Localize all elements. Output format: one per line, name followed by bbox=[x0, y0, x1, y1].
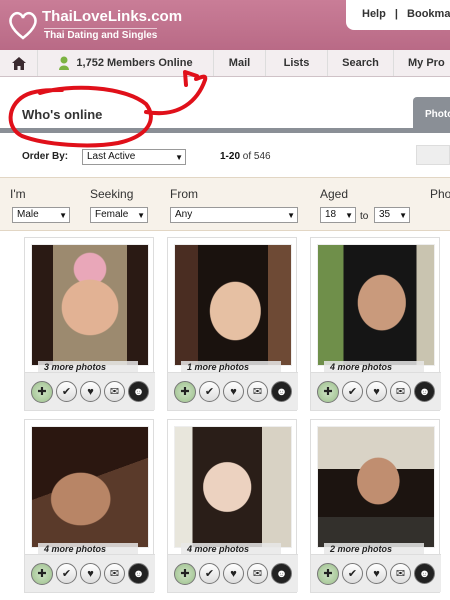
add-friend-icon[interactable]: ✚ bbox=[174, 380, 196, 403]
envelope-icon[interactable]: ✉ bbox=[104, 381, 125, 402]
chevron-down-icon: ▼ bbox=[137, 211, 145, 220]
member-actions: ✚ ✔ ♥ ✉ ☻ bbox=[168, 372, 298, 410]
seeking-value: Female bbox=[95, 209, 129, 220]
im-label: I'm bbox=[10, 187, 26, 201]
member-card: 4 more photos ✚ ✔ ♥ ✉ ☻ bbox=[24, 419, 155, 593]
chat-icon[interactable]: ☻ bbox=[128, 563, 149, 584]
order-by-label: Order By: bbox=[22, 151, 69, 162]
checkmark-icon[interactable]: ✔ bbox=[56, 381, 77, 402]
member-actions: ✚ ✔ ♥ ✉ ☻ bbox=[25, 554, 155, 592]
member-photo[interactable]: 4 more photos bbox=[317, 244, 435, 374]
aged-to-label: to bbox=[360, 211, 369, 222]
member-card: 1 more photos ✚ ✔ ♥ ✉ ☻ bbox=[167, 237, 298, 411]
heart-icon[interactable]: ♥ bbox=[223, 563, 244, 584]
member-card: 3 more photos ✚ ✔ ♥ ✉ ☻ bbox=[24, 237, 155, 411]
add-friend-icon[interactable]: ✚ bbox=[174, 562, 196, 585]
order-by-value: Last Active bbox=[87, 151, 136, 162]
chat-icon[interactable]: ☻ bbox=[271, 563, 292, 584]
member-card: 4 more photos ✚ ✔ ♥ ✉ ☻ bbox=[310, 237, 441, 411]
chevron-down-icon: ▼ bbox=[59, 211, 67, 220]
checkmark-icon[interactable]: ✔ bbox=[56, 563, 77, 584]
checkmark-icon[interactable]: ✔ bbox=[199, 563, 220, 584]
member-photo[interactable]: 2 more photos bbox=[317, 426, 435, 556]
annotation-circle-arrow bbox=[8, 70, 208, 148]
add-friend-icon[interactable]: ✚ bbox=[31, 380, 53, 403]
from-value: Any bbox=[175, 209, 193, 220]
chevron-down-icon: ▼ bbox=[345, 211, 353, 220]
heart-icon[interactable]: ♥ bbox=[366, 563, 387, 584]
chevron-down-icon: ▼ bbox=[175, 153, 183, 162]
heart-icon[interactable]: ♥ bbox=[80, 563, 101, 584]
checkmark-icon[interactable]: ✔ bbox=[342, 381, 363, 402]
member-actions: ✚ ✔ ♥ ✉ ☻ bbox=[25, 372, 155, 410]
filter-button[interactable] bbox=[416, 145, 450, 165]
member-card: 4 more photos ✚ ✔ ♥ ✉ ☻ bbox=[167, 419, 298, 593]
add-friend-icon[interactable]: ✚ bbox=[317, 562, 339, 585]
member-photo[interactable]: 4 more photos bbox=[174, 426, 292, 556]
envelope-icon[interactable]: ✉ bbox=[247, 563, 268, 584]
heart-icon[interactable]: ♥ bbox=[223, 381, 244, 402]
member-photo[interactable]: 4 more photos bbox=[31, 426, 149, 556]
member-actions: ✚ ✔ ♥ ✉ ☻ bbox=[311, 372, 441, 410]
im-value: Male bbox=[17, 209, 39, 220]
seeking-select[interactable]: Female ▼ bbox=[90, 207, 148, 223]
envelope-icon[interactable]: ✉ bbox=[247, 381, 268, 402]
from-select[interactable]: Any ▼ bbox=[170, 207, 298, 223]
heart-icon[interactable]: ♥ bbox=[80, 381, 101, 402]
checkmark-icon[interactable]: ✔ bbox=[199, 381, 220, 402]
member-card: 2 more photos ✚ ✔ ♥ ✉ ☻ bbox=[310, 419, 441, 593]
aged-min-select[interactable]: 18 ▼ bbox=[320, 207, 356, 223]
member-photo[interactable]: 1 more photos bbox=[174, 244, 292, 374]
result-count: 1-20 of 546 bbox=[220, 151, 271, 162]
chevron-down-icon: ▼ bbox=[287, 211, 295, 220]
add-friend-icon[interactable]: ✚ bbox=[317, 380, 339, 403]
aged-max-select[interactable]: 35 ▼ bbox=[374, 207, 410, 223]
member-photo[interactable]: 3 more photos bbox=[31, 244, 149, 374]
result-range: 1-20 bbox=[220, 151, 241, 162]
order-by-select[interactable]: Last Active ▼ bbox=[82, 149, 186, 165]
aged-max-value: 35 bbox=[379, 209, 391, 220]
envelope-icon[interactable]: ✉ bbox=[390, 563, 411, 584]
envelope-icon[interactable]: ✉ bbox=[390, 381, 411, 402]
chat-icon[interactable]: ☻ bbox=[414, 563, 435, 584]
seeking-label: Seeking bbox=[90, 187, 134, 201]
im-select[interactable]: Male ▼ bbox=[12, 207, 70, 223]
chat-icon[interactable]: ☻ bbox=[414, 381, 435, 402]
heart-icon[interactable]: ♥ bbox=[366, 381, 387, 402]
checkmark-icon[interactable]: ✔ bbox=[342, 563, 363, 584]
chat-icon[interactable]: ☻ bbox=[128, 381, 149, 402]
add-friend-icon[interactable]: ✚ bbox=[31, 562, 53, 585]
chat-icon[interactable]: ☻ bbox=[271, 381, 292, 402]
from-label: From bbox=[170, 187, 198, 201]
member-actions: ✚ ✔ ♥ ✉ ☻ bbox=[168, 554, 298, 592]
member-actions: ✚ ✔ ♥ ✉ ☻ bbox=[311, 554, 441, 592]
photo-filter-label: Pho bbox=[430, 187, 450, 201]
aged-min-value: 18 bbox=[325, 209, 337, 220]
chevron-down-icon: ▼ bbox=[399, 211, 407, 220]
aged-label: Aged bbox=[320, 187, 349, 201]
result-total: of 546 bbox=[242, 151, 271, 162]
envelope-icon[interactable]: ✉ bbox=[104, 563, 125, 584]
